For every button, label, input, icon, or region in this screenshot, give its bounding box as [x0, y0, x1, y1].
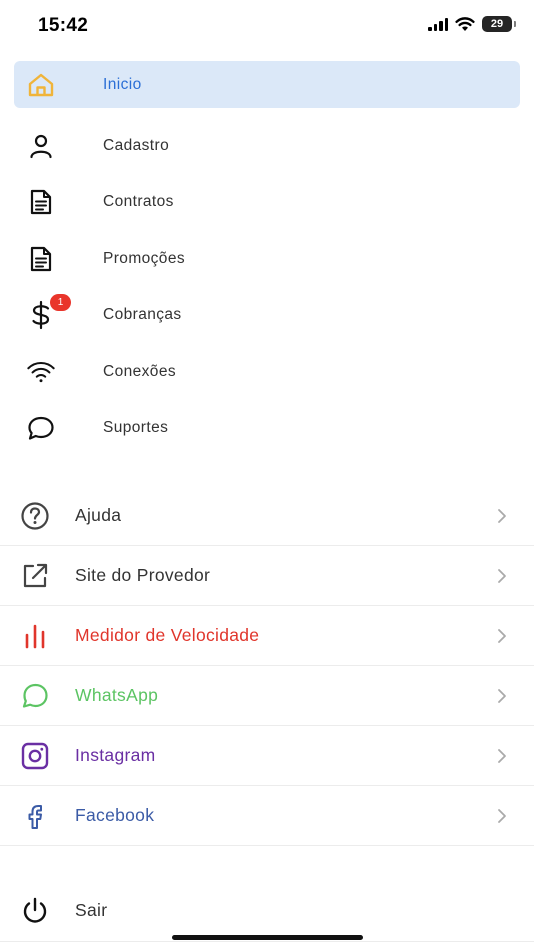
status-icons: 29 [428, 16, 516, 32]
status-time: 15:42 [38, 15, 89, 36]
menu-item-suportes[interactable]: Suportes [14, 400, 520, 457]
main-menu: Inicio Cadastro Contratos Promoções 1 Co… [14, 61, 520, 457]
menu-label: Cobranças [103, 306, 182, 324]
power-icon [20, 896, 50, 926]
menu-item-inicio[interactable]: Inicio [14, 61, 520, 108]
list-item-facebook[interactable]: Facebook [0, 786, 534, 846]
logout-button[interactable]: Sair [0, 880, 534, 942]
logout-label: Sair [75, 900, 108, 920]
menu-item-cadastro[interactable]: Cadastro [14, 118, 520, 175]
list-label-ajuda: Ajuda [75, 505, 122, 525]
speed-chart-icon [20, 621, 50, 651]
menu-item-contratos[interactable]: Contratos [14, 174, 520, 231]
chevron-right-icon [496, 507, 508, 525]
list-label-facebook: Facebook [75, 805, 155, 825]
list-item-site-do-provedor[interactable]: Site do Provedor [0, 546, 534, 606]
menu-item-conexoes[interactable]: Conexões [14, 344, 520, 401]
list-label-medidor-de-velocidade: Medidor de Velocidade [75, 625, 260, 645]
chevron-right-icon [496, 747, 508, 765]
menu-label: Cadastro [103, 136, 170, 154]
chevron-right-icon [496, 807, 508, 825]
list-item-medidor-de-velocidade[interactable]: Medidor de Velocidade [0, 606, 534, 666]
chevron-right-icon [496, 567, 508, 585]
menu-label: Conexões [103, 362, 176, 380]
menu-label: Inicio [103, 75, 142, 93]
user-icon [26, 131, 56, 161]
list-label-whatsapp: WhatsApp [75, 685, 159, 705]
wifi-status-icon [455, 16, 475, 31]
whatsapp-icon [20, 681, 50, 711]
status-bar: 15:42 29 [0, 0, 534, 54]
list-item-instagram[interactable]: Instagram [0, 726, 534, 786]
list-label-instagram: Instagram [75, 745, 156, 765]
list-item-whatsapp[interactable]: WhatsApp [0, 666, 534, 726]
document-icon [26, 187, 56, 217]
battery-level: 29 [490, 18, 504, 30]
notification-badge: 1 [50, 294, 71, 311]
menu-label: Promoções [103, 249, 185, 267]
signal-icon [428, 17, 448, 31]
list-label-site-do-provedor: Site do Provedor [75, 565, 211, 585]
external-link-icon [20, 561, 50, 591]
chevron-right-icon [496, 687, 508, 705]
home-icon [26, 70, 56, 100]
chevron-right-icon [496, 627, 508, 645]
home-indicator[interactable] [172, 935, 363, 940]
document-icon [26, 244, 56, 274]
links-list: Ajuda Site do Provedor Medidor de Veloci… [0, 486, 534, 846]
menu-label: Contratos [103, 193, 174, 211]
wifi-icon [26, 357, 56, 387]
menu-item-promocoes[interactable]: Promoções [14, 231, 520, 288]
menu-label: Suportes [103, 419, 169, 437]
facebook-icon [20, 801, 50, 831]
list-item-ajuda[interactable]: Ajuda [0, 486, 534, 546]
battery-icon: 29 [482, 16, 516, 32]
chat-icon [26, 413, 56, 443]
instagram-icon [20, 741, 50, 771]
menu-item-cobrancas[interactable]: 1 Cobranças [14, 287, 520, 344]
help-icon [20, 501, 50, 531]
